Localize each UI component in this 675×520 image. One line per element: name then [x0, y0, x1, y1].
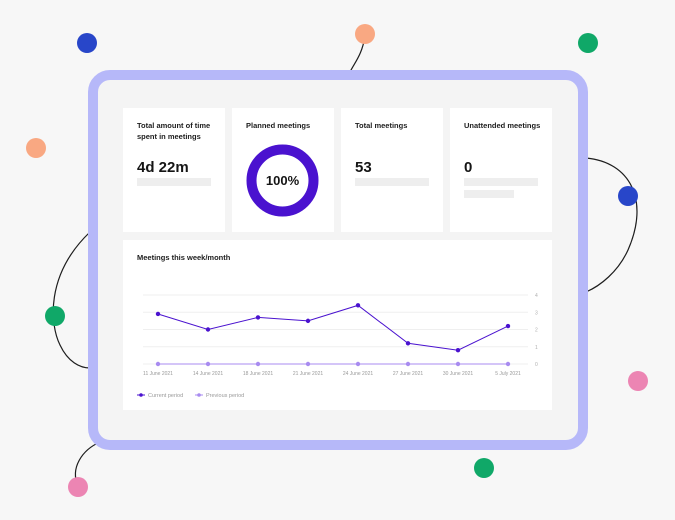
decorative-dot: [77, 33, 97, 53]
card-total-meetings: Total meetings 53: [341, 108, 443, 232]
tablet-frame: Total amount of time spent in meetings 4…: [88, 70, 588, 450]
planned-percent: 100%: [265, 173, 300, 188]
data-point: [155, 361, 161, 367]
legend-marker: [197, 393, 201, 397]
data-point: [405, 361, 411, 367]
total-meetings-value: 53: [355, 159, 372, 176]
y-tick-label: 3: [535, 310, 538, 316]
y-tick-label: 2: [535, 328, 538, 334]
data-point: [305, 318, 311, 324]
x-tick-label: 27 June 2021: [393, 371, 424, 377]
meetings-chart-card: Meetings this week/month 0 1 2 3 4 11 June 20…: [123, 240, 552, 410]
y-tick-label: 4: [535, 293, 538, 299]
data-point: [405, 341, 411, 346]
decorative-dot: [355, 24, 375, 44]
placeholder-bar: [464, 178, 538, 186]
data-point: [505, 361, 511, 367]
y-tick-label: 1: [535, 345, 538, 351]
decorative-dot: [628, 371, 648, 391]
data-point: [505, 323, 511, 329]
data-point: [205, 327, 211, 332]
placeholder-bar: [137, 178, 211, 186]
x-tick-label: 30 June 2021: [443, 371, 474, 377]
x-tick-label: 11 June 2021: [143, 371, 173, 377]
card-title: Unattended meetings: [464, 121, 541, 130]
data-point: [455, 348, 461, 353]
card-title: Total amount of time spent in meetings: [137, 121, 211, 141]
data-point: [155, 311, 161, 317]
decorative-dot: [45, 306, 65, 326]
x-tick-label: 5 July 2021: [495, 371, 521, 377]
x-tick-label: 24 June 2021: [343, 371, 374, 377]
unattended-value: 0: [464, 159, 473, 176]
total-time-value: 4d 22m: [137, 159, 189, 176]
y-tick-label: 0: [535, 362, 538, 368]
placeholder-bar: [464, 190, 514, 198]
decorative-dot: [26, 138, 46, 158]
data-point: [355, 361, 361, 367]
decorative-dot: [578, 33, 598, 53]
x-tick-label: 14 June 2021: [193, 371, 224, 377]
decorative-dot: [68, 477, 88, 497]
legend-label: Previous period: [206, 393, 244, 399]
data-point: [255, 315, 261, 320]
data-point: [305, 361, 311, 367]
data-point: [255, 361, 261, 367]
card-unattended-meetings: Unattended meetings 0: [450, 108, 552, 232]
card-title: Total meetings: [355, 121, 408, 130]
placeholder-bar: [355, 178, 429, 186]
x-tick-label: 18 June 2021: [243, 371, 274, 377]
legend-label: Current period: [148, 393, 183, 399]
decorative-dot: [618, 186, 638, 206]
card-title: Planned meetings: [246, 121, 311, 130]
x-tick-label: 21 June 2021: [293, 371, 324, 377]
card-planned-meetings: Planned meetings 100%: [232, 108, 334, 232]
legend-marker: [139, 393, 143, 397]
meetings-line-chart: 0 1 2 3 4 11 June 2021 14 June 2021 18 June 202…: [137, 293, 538, 399]
data-point: [455, 361, 461, 367]
data-point: [355, 303, 361, 308]
data-point: [205, 361, 211, 367]
decorative-dot: [474, 458, 494, 478]
card-total-time: Total amount of time spent in meetings 4…: [123, 108, 225, 232]
